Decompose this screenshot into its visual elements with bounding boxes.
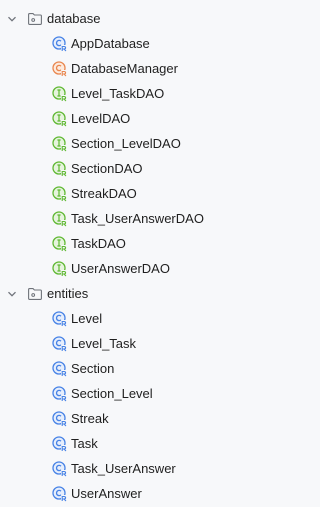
interface-class-icon [52, 185, 68, 202]
tree-item-label: LevelDAO [71, 110, 131, 126]
tree-item-section[interactable]: Section [0, 356, 267, 381]
tree-item-task[interactable]: Task [0, 431, 267, 456]
tree-item-label: Level [71, 310, 103, 326]
entity-class-icon [52, 485, 68, 502]
tree-item-level[interactable]: Level [0, 306, 267, 331]
tree-item-label: UserAnswerDAO [71, 260, 170, 276]
tree-item-task-useranswer[interactable]: Task_UserAnswer [0, 456, 267, 481]
tree-item-label: Task_UserAnswerDAO [71, 210, 204, 226]
entity-class-icon [52, 310, 68, 327]
tree-item-streak[interactable]: Streak [0, 406, 267, 431]
interface-class-icon [52, 135, 68, 152]
tree-item-sectiondao[interactable]: SectionDAO [0, 156, 267, 181]
tree-item-label: DatabaseManager [71, 60, 178, 76]
entity-class-icon [52, 410, 68, 427]
tree-item-label: Level_Task [71, 335, 137, 351]
tree-item-label: Streak [71, 410, 109, 426]
tree-item-label: UserAnswer [71, 485, 142, 501]
folder-label: database [47, 10, 101, 26]
tree-item-section-level[interactable]: Section_Level [0, 381, 267, 406]
tree-item-label: Task [71, 435, 98, 451]
tree-item-section-leveldao[interactable]: Section_LevelDAO [0, 131, 267, 156]
project-tree: database AppDatabase DatabaseManager Lev… [0, 0, 267, 507]
tree-item-task-useranswerdao[interactable]: Task_UserAnswerDAO [0, 206, 267, 231]
tree-item-level-taskdao[interactable]: Level_TaskDAO [0, 81, 267, 106]
entity-class-icon [52, 460, 68, 477]
package-folder-icon [28, 287, 42, 300]
tree-item-streakdao[interactable]: StreakDAO [0, 181, 267, 206]
entity-class-icon [52, 435, 68, 452]
chevron-down-icon[interactable] [6, 288, 18, 300]
tree-item-label: Section_LevelDAO [71, 135, 181, 151]
entity-class-icon [52, 35, 68, 52]
entity-class-icon [52, 360, 68, 377]
interface-class-icon [52, 110, 68, 127]
tree-item-level-task[interactable]: Level_Task [0, 331, 267, 356]
tree-item-label: Section_Level [71, 385, 153, 401]
folder-label: entities [47, 285, 89, 301]
tree-item-label: StreakDAO [71, 185, 137, 201]
tree-item-useranswerdao[interactable]: UserAnswerDAO [0, 256, 267, 281]
tree-item-leveldao[interactable]: LevelDAO [0, 106, 267, 131]
tree-item-label: TaskDAO [71, 235, 126, 251]
interface-class-icon [52, 210, 68, 227]
interface-class-icon [52, 235, 68, 252]
tree-item-taskdao[interactable]: TaskDAO [0, 231, 267, 256]
package-folder-icon [28, 12, 42, 25]
abstract-class-icon [52, 60, 68, 77]
interface-class-icon [52, 260, 68, 277]
interface-class-icon [52, 160, 68, 177]
folder-entities[interactable]: entities [0, 281, 267, 306]
tree-item-label: Task_UserAnswer [71, 460, 176, 476]
entity-class-icon [52, 335, 68, 352]
tree-item-useranswer[interactable]: UserAnswer [0, 481, 267, 506]
folder-database[interactable]: database [0, 6, 267, 31]
tree-item-label: AppDatabase [71, 35, 150, 51]
tree-item-label: Section [71, 360, 115, 376]
tree-item-label: Level_TaskDAO [71, 85, 165, 101]
entity-class-icon [52, 385, 68, 402]
tree-item-databasemanager[interactable]: DatabaseManager [0, 56, 267, 81]
tree-item-label: SectionDAO [71, 160, 143, 176]
interface-class-icon [52, 85, 68, 102]
chevron-down-icon[interactable] [6, 13, 18, 25]
tree-item-appdatabase[interactable]: AppDatabase [0, 31, 267, 56]
